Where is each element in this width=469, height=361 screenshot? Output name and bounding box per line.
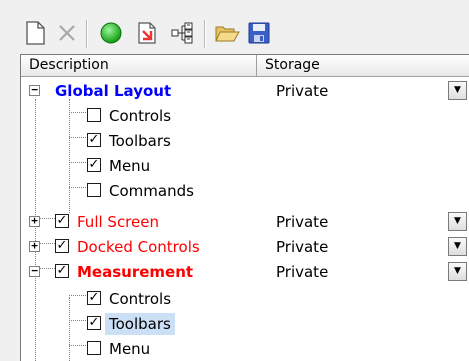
measurement-checkbox[interactable]: ✓ <box>55 264 69 278</box>
gl-toolbars-checkbox[interactable]: ✓ <box>87 133 101 147</box>
tree-row-docked-controls[interactable]: + ✓ Docked Controls Private ▼ <box>21 235 469 260</box>
tree-row-gl-menu[interactable]: ✓ Menu <box>21 154 469 179</box>
m-menu-checkbox[interactable] <box>87 341 101 355</box>
expand-toggle[interactable]: + <box>29 240 40 252</box>
full-screen-storage-dropdown[interactable]: ▼ <box>448 212 467 231</box>
tree-row-m-controls[interactable]: ✓ Controls <box>21 287 469 312</box>
save-button[interactable] <box>244 18 274 48</box>
tree-structure-button[interactable] <box>168 18 198 48</box>
gl-commands-label: Commands <box>109 182 194 200</box>
expand-toggle[interactable]: + <box>29 215 40 227</box>
measurement-storage-dropdown[interactable]: ▼ <box>448 262 467 281</box>
docked-controls-label: Docked Controls <box>77 238 200 256</box>
delete-icon <box>59 25 75 41</box>
full-screen-storage: Private <box>276 213 329 231</box>
measurement-label: Measurement <box>77 263 194 281</box>
tree-row-gl-commands[interactable]: Commands <box>21 179 469 204</box>
tree-structure-icon <box>171 22 193 44</box>
tree-row-measurement[interactable]: − ✓ Measurement Private ▼ <box>21 260 469 285</box>
column-header: Description Storage <box>21 55 469 77</box>
tree-panel: Description Storage − Global Layout Priv… <box>20 54 469 361</box>
gl-menu-checkbox[interactable]: ✓ <box>87 158 101 172</box>
tree-row-global-layout[interactable]: − Global Layout Private ▼ <box>21 79 469 104</box>
collapse-toggle[interactable]: − <box>29 84 40 96</box>
global-layout-storage-dropdown[interactable]: ▼ <box>448 81 467 100</box>
export-icon <box>138 22 156 44</box>
storage-column-header[interactable]: Storage <box>257 55 469 76</box>
new-document-icon <box>26 21 45 45</box>
gl-controls-label: Controls <box>109 107 172 125</box>
global-layout-storage: Private <box>276 82 329 100</box>
global-layout-label: Global Layout <box>55 82 172 100</box>
open-folder-icon <box>215 26 240 42</box>
gl-toolbars-label: Toolbars <box>109 132 171 150</box>
export-button[interactable] <box>132 18 162 48</box>
m-toolbars-label: Toolbars <box>105 313 175 335</box>
description-column-header[interactable]: Description <box>21 55 257 76</box>
delete-button[interactable] <box>52 18 82 48</box>
m-controls-label: Controls <box>109 290 172 308</box>
new-document-button[interactable] <box>20 18 50 48</box>
docked-controls-checkbox[interactable]: ✓ <box>55 239 69 253</box>
m-controls-checkbox[interactable]: ✓ <box>87 291 101 305</box>
gl-commands-checkbox[interactable] <box>87 183 101 197</box>
collapse-toggle[interactable]: − <box>29 265 40 277</box>
green-circle-icon <box>100 22 122 44</box>
tree-row-full-screen[interactable]: + ✓ Full Screen Private ▼ <box>21 210 469 235</box>
run-button[interactable] <box>96 18 126 48</box>
open-folder-button[interactable] <box>212 18 242 48</box>
m-toolbars-checkbox[interactable]: ✓ <box>87 316 101 330</box>
docked-controls-storage: Private <box>276 238 329 256</box>
docked-controls-storage-dropdown[interactable]: ▼ <box>448 237 467 256</box>
tree-row-gl-controls[interactable]: Controls <box>21 104 469 129</box>
gl-menu-label: Menu <box>109 157 151 175</box>
m-menu-label: Menu <box>109 340 151 358</box>
full-screen-label: Full Screen <box>77 213 159 231</box>
measurement-storage: Private <box>276 263 329 281</box>
tree-row-gl-toolbars[interactable]: ✓ Toolbars <box>21 129 469 154</box>
gl-controls-checkbox[interactable] <box>87 108 101 122</box>
tree-row-m-toolbars[interactable]: ✓ Toolbars <box>21 312 469 337</box>
tree-row-m-menu[interactable]: Menu <box>21 337 469 361</box>
save-icon <box>248 22 270 44</box>
full-screen-checkbox[interactable]: ✓ <box>55 214 69 228</box>
